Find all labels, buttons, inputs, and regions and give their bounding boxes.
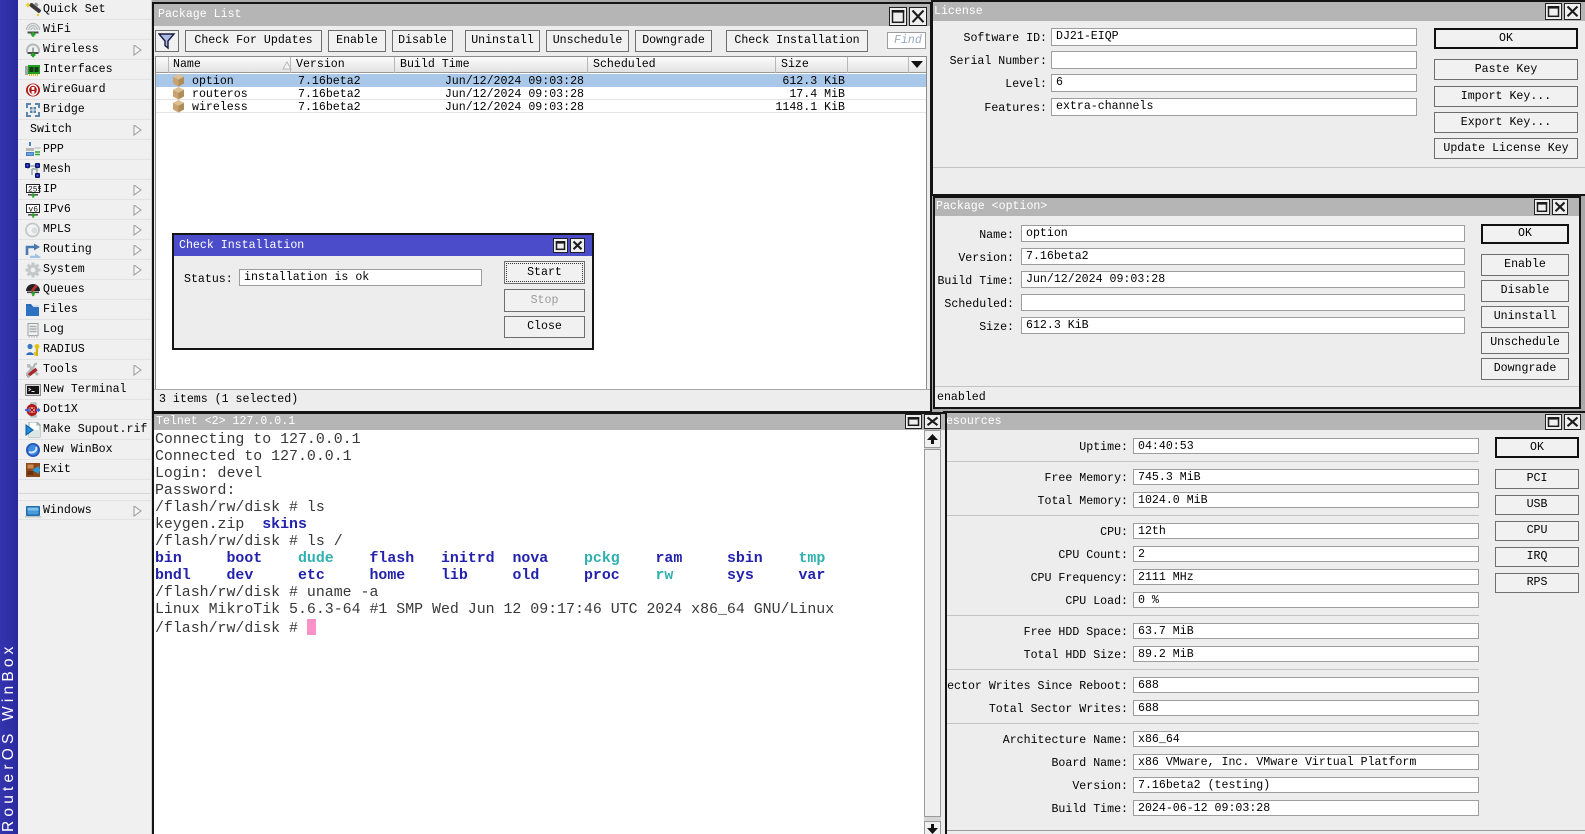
svg-text:255: 255 <box>28 186 41 195</box>
svg-text:v6: v6 <box>28 206 38 215</box>
